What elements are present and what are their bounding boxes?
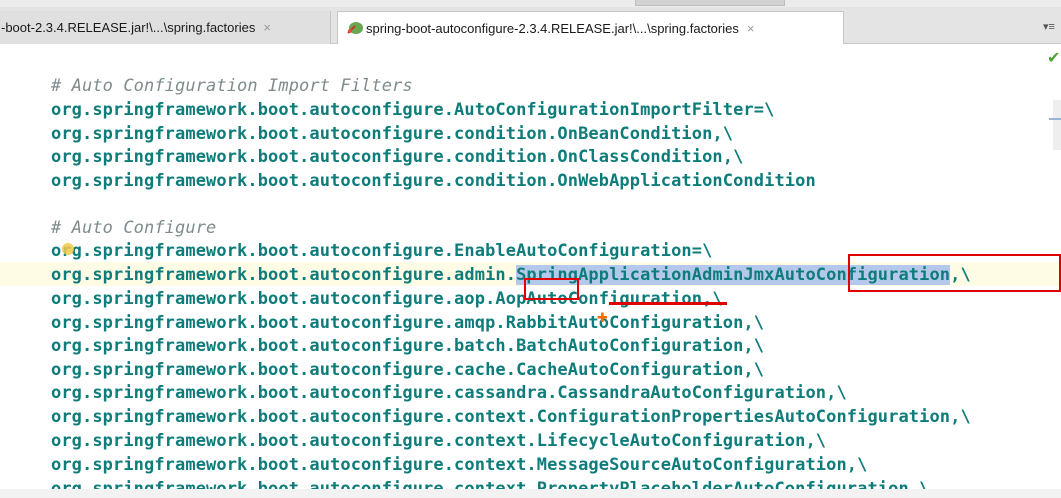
annotation-box-autoconfiguration: [848, 254, 1061, 292]
code-line: org.springframework.boot.autoconfigure.c…: [51, 455, 868, 475]
code-line: org.springframework.boot.autoconfigure.c…: [51, 171, 816, 191]
code-line: org.springframework.boot.autoconfigure.A…: [51, 100, 775, 120]
toolbar-box: [635, 0, 785, 6]
code-line: org.springframework.boot.autoconfigure.E…: [51, 241, 713, 261]
code-editor[interactable]: ✔ # Auto Configuration Import Filters or…: [0, 44, 1061, 498]
code-text: org.springframework.boot.autoconfigure.a…: [51, 265, 517, 285]
tab-close-icon[interactable]: ×: [747, 21, 755, 36]
code-line: # Auto Configure: [51, 218, 217, 238]
tab-label: -boot-2.3.4.RELEASE.jar!\...\spring.fact…: [1, 20, 256, 35]
editor-tab-bar: -boot-2.3.4.RELEASE.jar!\...\spring.fact…: [0, 0, 1061, 44]
code-line: org.springframework.boot.autoconfigure.c…: [51, 124, 734, 144]
code-line: # Auto Configuration Import Filters: [51, 76, 413, 96]
file-type-icon: [346, 21, 364, 35]
title-strip: [0, 0, 1061, 7]
code-line: org.springframework.boot.autoconfigure.a…: [51, 289, 723, 309]
tab-close-icon[interactable]: ×: [263, 20, 271, 35]
tab-spring-boot-factories[interactable]: -boot-2.3.4.RELEASE.jar!\...\spring.fact…: [0, 11, 331, 44]
caret-marker-icon: ✚: [597, 311, 608, 326]
scrollbar-track[interactable]: [1053, 100, 1061, 150]
code-line: org.springframework.boot.autoconfigure.b…: [51, 336, 765, 356]
code-line: org.springframework.boot.autoconfigure.c…: [51, 147, 744, 167]
annotation-underline: [609, 302, 727, 305]
horizontal-scrollbar[interactable]: [0, 489, 1061, 498]
code-line: org.springframework.boot.autoconfigure.c…: [51, 360, 765, 380]
tab-list-menu-icon[interactable]: ▾≡: [1043, 20, 1055, 33]
code-line-selected: org.springframework.boot.autoconfigure.a…: [51, 263, 971, 287]
code-line: org.springframework.boot.autoconfigure.a…: [51, 313, 765, 333]
annotation-box-aop: [524, 278, 579, 300]
code-line: org.springframework.boot.autoconfigure.c…: [51, 407, 971, 427]
check-icon: ✔: [1047, 48, 1061, 67]
tab-spring-boot-autoconfigure-factories[interactable]: spring-boot-autoconfigure-2.3.4.RELEASE.…: [337, 11, 844, 44]
tab-label: spring-boot-autoconfigure-2.3.4.RELEASE.…: [366, 20, 739, 36]
code-line: org.springframework.boot.autoconfigure.c…: [51, 383, 847, 403]
intention-bulb-icon[interactable]: [62, 243, 74, 255]
scrollbar-marker: [1049, 118, 1061, 120]
code-line: org.springframework.boot.autoconfigure.c…: [51, 431, 827, 451]
